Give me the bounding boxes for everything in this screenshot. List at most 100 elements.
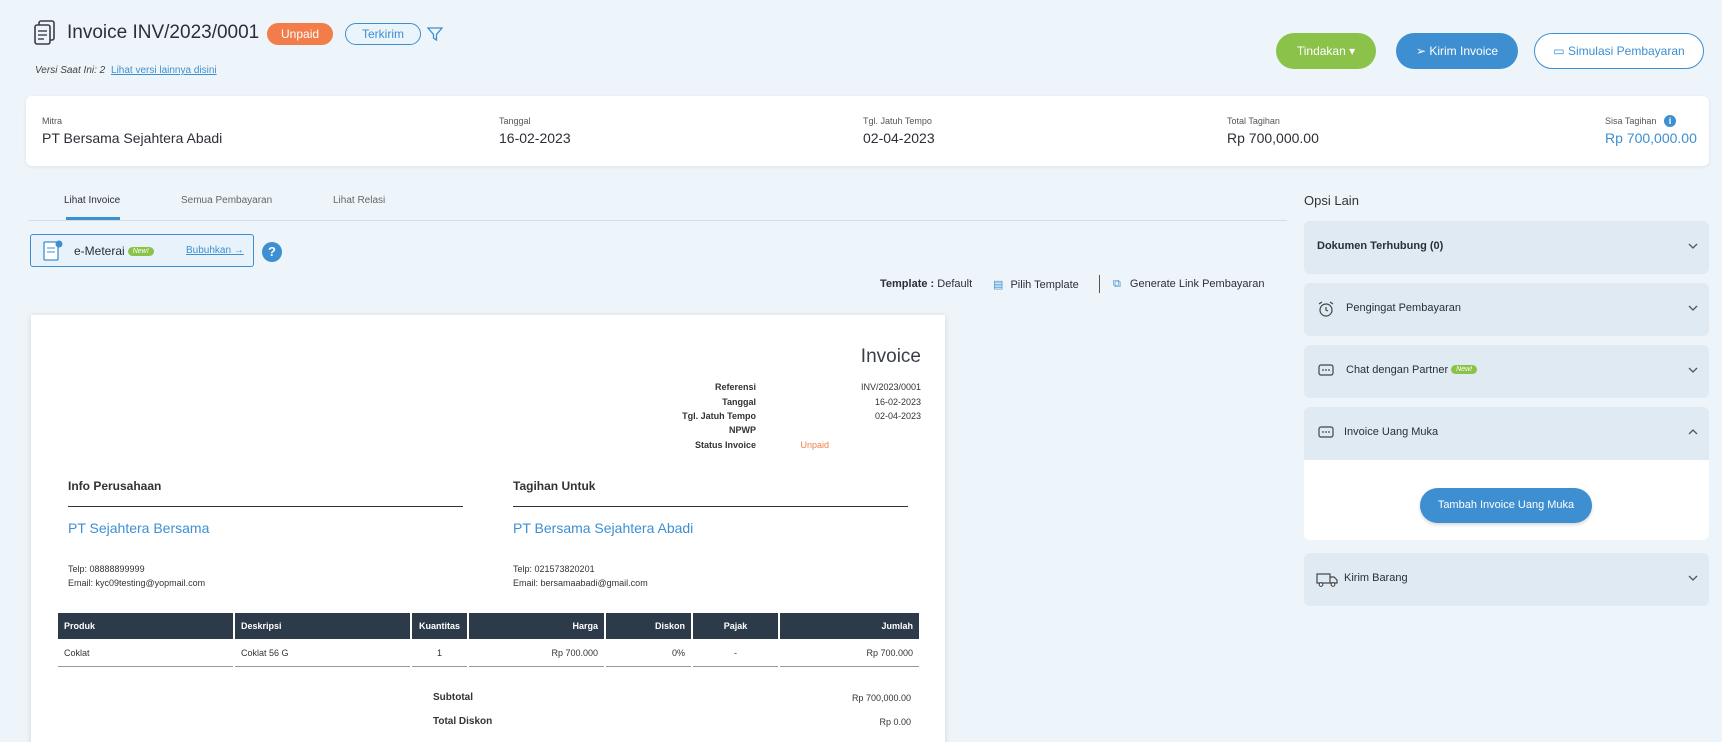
meta-value-jatuh-tempo: 02-04-2023: [874, 411, 921, 421]
cell-produk: Coklat: [58, 639, 233, 667]
total-diskon-label: Total Diskon: [433, 716, 493, 727]
cell-kuantitas: 1: [412, 639, 467, 667]
version-info: Versi Saat Ini: 2 Lihat versi lainnya di…: [35, 65, 217, 76]
send-status-icon[interactable]: [427, 26, 443, 42]
tab-semua-pembayaran[interactable]: Semua Pembayaran: [181, 195, 272, 206]
meta-label-tanggal: Tanggal: [722, 397, 756, 407]
th-pajak: Pajak: [693, 613, 778, 639]
jatuh-tempo-value: 02-04-2023: [863, 130, 935, 146]
invoice-document-icon: [34, 20, 55, 45]
chat-partner-label: Chat dengan Partner New!: [1346, 364, 1478, 376]
copy-icon: ⧉: [1113, 278, 1121, 290]
section-divider: [513, 506, 908, 507]
info-icon[interactable]: i: [1664, 115, 1676, 127]
th-produk: Produk: [58, 613, 233, 639]
generate-link-label: Generate Link Pembayaran: [1129, 278, 1265, 290]
divider: [1099, 275, 1100, 293]
tanggal-label: Tanggal: [499, 116, 531, 126]
meta-value-status: Unpaid: [800, 440, 829, 450]
subtotal-label: Subtotal: [433, 692, 473, 703]
chevron-up-icon: [1688, 429, 1698, 435]
page-title: Invoice INV/2023/0001: [67, 22, 260, 43]
th-jumlah: Jumlah: [780, 613, 919, 639]
template-label: Template :: [880, 278, 935, 290]
simulasi-label: Simulasi Pembayaran: [1567, 44, 1685, 58]
subtotal-value: Rp 700,000.00: [851, 693, 911, 703]
new-badge: New!: [127, 247, 154, 256]
new-badge: New!: [1451, 365, 1478, 374]
send-icon: ➢: [1415, 44, 1430, 58]
chat-partner-text: Chat dengan Partner: [1346, 364, 1449, 376]
accordion-chat-partner[interactable]: Chat dengan Partner New!: [1304, 345, 1709, 398]
tanggal-value: 16-02-2023: [499, 130, 571, 146]
th-harga: Harga: [469, 613, 604, 639]
jatuh-tempo-label: Tgl. Jatuh Tempo: [863, 116, 932, 126]
status-badge: Unpaid: [267, 23, 334, 45]
chat-bubble-icon: [1318, 426, 1334, 438]
simulasi-pembayaran-button[interactable]: ▭ Simulasi Pembayaran: [1534, 33, 1704, 69]
emeterai-label: e-Meterai New!: [74, 244, 154, 258]
mitra-value: PT Bersama Sejahtera Abadi: [42, 130, 223, 146]
generate-link-button[interactable]: ⧉ Generate Link Pembayaran: [1113, 278, 1264, 291]
items-table: Produk Deskripsi Kuantitas Harga Diskon …: [56, 613, 921, 667]
version-text: Versi Saat Ini: 2: [35, 65, 106, 76]
help-icon[interactable]: ?: [262, 242, 282, 262]
bubuhkan-link[interactable]: Bubuhkan →: [186, 245, 244, 256]
invoice-uang-muka-label: Invoice Uang Muka: [1344, 426, 1439, 438]
tab-divider: [28, 220, 1287, 221]
table-row: Coklat Coklat 56 G 1 Rp 700.000 0% - Rp …: [58, 639, 919, 667]
invoice-summary-card: Mitra PT Bersama Sejahtera Abadi Tanggal…: [26, 96, 1709, 166]
cell-pajak: -: [693, 639, 778, 667]
tindakan-button[interactable]: Tindakan ▾: [1276, 33, 1376, 69]
meta-value-tanggal: 16-02-2023: [874, 397, 921, 407]
accordion-dokumen-terhubung[interactable]: Dokumen Terhubung (0): [1304, 221, 1709, 274]
billto-email: Email: bersamaabadi@gmail.com: [513, 578, 648, 588]
emeterai-icon: [43, 240, 63, 261]
opsi-lain-title: Opsi Lain: [1304, 193, 1359, 208]
cell-diskon: 0%: [606, 639, 691, 667]
arrow-right-icon: →: [233, 245, 244, 256]
card-icon: ▭: [1553, 44, 1568, 58]
template-layout-icon: ▤: [993, 279, 1004, 291]
accordion-invoice-uang-muka[interactable]: Invoice Uang Muka: [1304, 407, 1709, 460]
mitra-label: Mitra: [42, 116, 62, 126]
total-tagihan-value: Rp 700,000.00: [1227, 130, 1319, 146]
kirim-barang-label: Kirim Barang: [1344, 572, 1408, 584]
billto-name: PT Bersama Sejahtera Abadi: [513, 520, 694, 536]
company-name: PT Sejahtera Bersama: [68, 520, 210, 536]
billto-phone: Telp: 021573820201: [513, 564, 595, 574]
version-link[interactable]: Lihat versi lainnya disini: [111, 65, 217, 76]
truck-icon: [1316, 573, 1338, 587]
kirim-invoice-button[interactable]: ➢ Kirim Invoice: [1396, 33, 1518, 69]
chevron-down-icon: [1688, 367, 1698, 373]
alarm-clock-icon: [1318, 301, 1334, 317]
tab-lihat-invoice[interactable]: Lihat Invoice: [64, 195, 120, 206]
invoice-preview: Invoice Referensi INV/2023/0001 Tanggal …: [31, 315, 945, 742]
dokumen-terhubung-label: Dokumen Terhubung (0): [1317, 240, 1444, 252]
sisa-tagihan-label: Sisa Tagihan: [1605, 116, 1657, 126]
meta-label-jatuh-tempo: Tgl. Jatuh Tempo: [682, 411, 756, 421]
tab-lihat-relasi[interactable]: Lihat Relasi: [333, 195, 385, 206]
accordion-pengingat-pembayaran[interactable]: Pengingat Pembayaran: [1304, 283, 1709, 336]
cell-harga: Rp 700.000: [469, 639, 604, 667]
meta-label-referensi: Referensi: [714, 382, 756, 392]
accordion-kirim-barang[interactable]: Kirim Barang: [1304, 553, 1709, 606]
th-kuantitas: Kuantitas: [412, 613, 467, 639]
tab-active-indicator: [66, 217, 120, 220]
bubuhkan-label: Bubuhkan: [186, 245, 232, 256]
table-header-row: Produk Deskripsi Kuantitas Harga Diskon …: [58, 613, 919, 639]
pilih-template-button[interactable]: ▤ Pilih Template: [993, 278, 1079, 291]
meta-value-referensi: INV/2023/0001: [860, 382, 921, 392]
template-info: Template : Default: [880, 278, 972, 290]
total-diskon-value: Rp 0.00: [879, 717, 911, 727]
tambah-invoice-uang-muka-button[interactable]: Tambah Invoice Uang Muka: [1420, 488, 1592, 523]
kirim-invoice-label: Kirim Invoice: [1429, 44, 1499, 58]
th-diskon: Diskon: [606, 613, 691, 639]
company-email: Email: kyc09testing@yopmail.com: [68, 578, 206, 588]
cell-deskripsi: Coklat 56 G: [235, 639, 410, 667]
company-phone: Telp: 08888899999: [68, 564, 145, 574]
invoice-heading: Invoice: [860, 346, 921, 367]
cell-jumlah: Rp 700.000: [780, 639, 919, 667]
total-tagihan-label: Total Tagihan: [1227, 116, 1280, 126]
meta-label-npwp: NPWP: [729, 425, 756, 435]
